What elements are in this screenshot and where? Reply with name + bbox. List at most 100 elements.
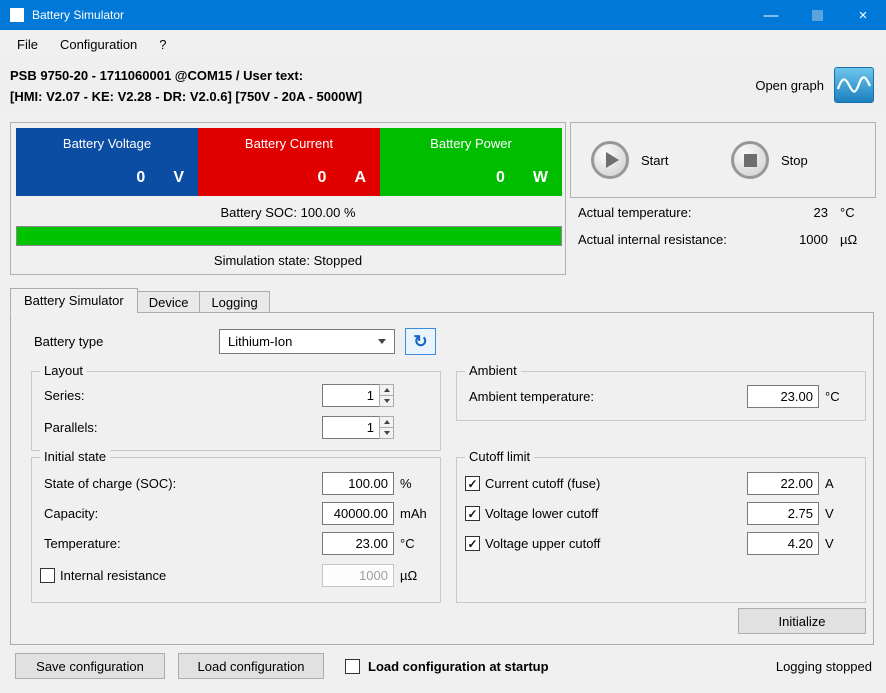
parallels-down-button[interactable] [379, 428, 394, 439]
series-row: Series: [32, 384, 440, 408]
series-down-button[interactable] [379, 396, 394, 407]
save-configuration-button[interactable]: Save configuration [15, 653, 165, 679]
stop-icon [744, 154, 757, 167]
device-info-bar: PSB 9750-20 - 1711060001 @COM15 / User t… [0, 58, 886, 114]
arrow-down-icon [384, 399, 390, 403]
current-cutoff-checkbox[interactable]: ✓ [465, 476, 480, 491]
battery-type-select[interactable]: Lithium-Ion [219, 329, 395, 354]
capacity-row: Capacity: mAh [32, 502, 440, 526]
actual-readouts: Actual temperature: 23 °C Actual interna… [570, 205, 876, 247]
voltage-upper-cutoff-checkbox[interactable]: ✓ [465, 536, 480, 551]
series-input[interactable] [322, 384, 379, 407]
internal-resistance-row: ✓ Internal resistance µΩ [32, 564, 440, 588]
soc-input[interactable] [322, 472, 394, 495]
battery-voltage-label: Battery Voltage [16, 128, 198, 151]
battery-current-unit: A [354, 169, 366, 187]
ambient-temperature-input[interactable] [747, 385, 819, 408]
battery-soc-label: Battery SOC: 100.00 % [11, 205, 565, 220]
parallels-label: Parallels: [44, 416, 97, 439]
stop-button[interactable] [731, 141, 769, 179]
check-icon: ✓ [467, 538, 477, 550]
layout-group: Layout Series: Parallels: [31, 371, 441, 451]
voltage-lower-cutoff-input[interactable] [747, 502, 819, 525]
parallels-up-button[interactable] [379, 416, 394, 428]
arrow-down-icon [384, 431, 390, 435]
chevron-down-icon [378, 339, 386, 344]
close-button[interactable]: × [840, 0, 886, 30]
voltage-lower-cutoff-checkbox[interactable]: ✓ [465, 506, 480, 521]
device-info: PSB 9750-20 - 1711060001 @COM15 / User t… [10, 65, 362, 107]
actual-temperature-label: Actual temperature: [578, 205, 691, 220]
check-icon: ✓ [467, 508, 477, 520]
battery-voltage-display: Battery Voltage 0 V [16, 128, 198, 196]
open-graph-button[interactable] [834, 67, 874, 103]
temperature-row: Temperature: °C [32, 532, 440, 556]
maximize-icon [812, 10, 823, 21]
voltage-lower-cutoff-label: Voltage lower cutoff [485, 502, 598, 525]
series-stepper [322, 384, 394, 407]
load-at-startup-label: Load configuration at startup [368, 659, 549, 674]
load-configuration-button[interactable]: Load configuration [178, 653, 324, 679]
series-spin-buttons [379, 384, 394, 407]
menu-help[interactable]: ? [148, 30, 177, 58]
battery-type-value: Lithium-Ion [228, 334, 292, 349]
open-graph-label: Open graph [755, 78, 824, 93]
tab-logging[interactable]: Logging [199, 291, 269, 313]
actual-resistance-unit: µΩ [840, 232, 870, 247]
internal-resistance-unit: µΩ [400, 564, 417, 587]
ambient-temperature-label: Ambient temperature: [469, 385, 594, 408]
battery-power-unit: W [533, 169, 548, 187]
battery-power-value: 0 [496, 169, 505, 187]
app-icon [10, 8, 24, 22]
capacity-input[interactable] [322, 502, 394, 525]
temperature-unit: °C [400, 532, 415, 555]
stop-control: Stop [731, 141, 808, 179]
maximize-button[interactable] [794, 0, 840, 30]
simulation-state-label: Simulation state: Stopped [11, 253, 565, 268]
temperature-input[interactable] [322, 532, 394, 555]
minimize-button[interactable]: — [748, 0, 794, 30]
layout-group-title: Layout [40, 363, 87, 378]
battery-simulator-tab-panel: Battery type Lithium-Ion ↻ Layout Series… [10, 312, 874, 645]
start-button[interactable] [591, 141, 629, 179]
voltage-upper-cutoff-input[interactable] [747, 532, 819, 555]
meters: Battery Voltage 0 V Battery Current 0 A … [16, 128, 562, 196]
temperature-label: Temperature: [44, 532, 121, 555]
battery-type-label: Battery type [34, 330, 103, 353]
device-info-line2: [HMI: V2.07 - KE: V2.28 - DR: V2.0.6] [7… [10, 86, 362, 107]
series-up-button[interactable] [379, 384, 394, 396]
refresh-battery-type-button[interactable]: ↻ [405, 328, 436, 355]
parallels-input[interactable] [322, 416, 379, 439]
minimize-icon: — [764, 7, 779, 24]
actual-resistance-label: Actual internal resistance: [578, 232, 727, 247]
battery-simulator-window: Battery Simulator — × File Configuration… [0, 0, 886, 693]
battery-current-display: Battery Current 0 A [198, 128, 380, 196]
internal-resistance-input[interactable] [322, 564, 394, 587]
current-cutoff-input[interactable] [747, 472, 819, 495]
battery-current-value: 0 [318, 169, 327, 187]
battery-power-display: Battery Power 0 W [380, 128, 562, 196]
transport-panel: Start Stop [570, 122, 876, 198]
internal-resistance-checkbox[interactable]: ✓ [40, 568, 55, 583]
ambient-temperature-unit: °C [825, 385, 840, 408]
menu-file[interactable]: File [6, 30, 49, 58]
tab-battery-simulator[interactable]: Battery Simulator [10, 288, 138, 313]
tab-strip: Battery Simulator Device Logging [10, 288, 269, 313]
series-label: Series: [44, 384, 84, 407]
parallels-row: Parallels: [32, 416, 440, 440]
stop-label: Stop [781, 153, 808, 168]
window-buttons: — × [748, 0, 886, 30]
menu-configuration[interactable]: Configuration [49, 30, 148, 58]
voltage-upper-cutoff-unit: V [825, 532, 834, 555]
ambient-group-title: Ambient [465, 363, 521, 378]
capacity-unit: mAh [400, 502, 427, 525]
menu-bar: File Configuration ? [0, 30, 886, 58]
initialize-button[interactable]: Initialize [738, 608, 866, 634]
current-cutoff-row: ✓ Current cutoff (fuse) A [457, 472, 865, 496]
tab-device[interactable]: Device [137, 291, 201, 313]
arrow-up-icon [384, 388, 390, 392]
title-bar: Battery Simulator — × [0, 0, 886, 30]
parallels-spin-buttons [379, 416, 394, 439]
load-at-startup-checkbox[interactable]: ✓ [345, 659, 360, 674]
voltage-upper-cutoff-label: Voltage upper cutoff [485, 532, 600, 555]
